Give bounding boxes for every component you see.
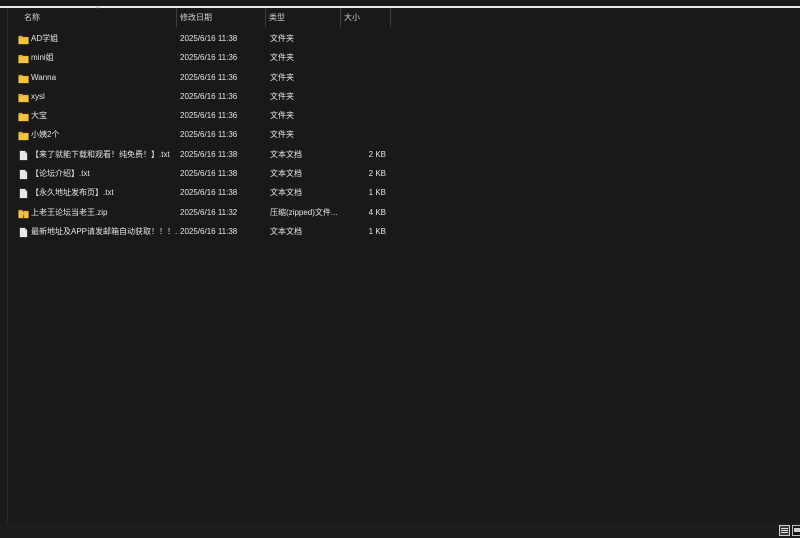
file-size: 4 KB	[368, 207, 386, 217]
file-size: 1 KB	[368, 188, 386, 198]
file-size: 1 KB	[368, 226, 386, 236]
folder-icon	[18, 52, 29, 64]
file-row[interactable]: 大宝 2025/6/16 11:36 文件夹	[8, 106, 800, 125]
sort-ascending-icon: ^	[96, 6, 100, 13]
file-row[interactable]: 小姨2个 2025/6/16 11:36 文件夹	[8, 125, 800, 144]
column-header-type[interactable]: 类型	[265, 8, 340, 27]
status-bar	[0, 522, 800, 538]
tiles-view-icon[interactable]	[792, 525, 800, 536]
file-name: 大宝	[31, 111, 47, 121]
file-name: 小姨2个	[31, 130, 60, 140]
file-row[interactable]: AD学姐 2025/6/16 11:38 文件夹	[8, 29, 800, 48]
file-name: 【永久地址发布页】.txt	[31, 188, 114, 198]
column-header-date[interactable]: 修改日期	[176, 8, 265, 27]
text-file-icon	[18, 187, 29, 199]
file-date: 2025/6/16 11:36	[180, 53, 238, 63]
column-header-size[interactable]: 大小	[340, 8, 390, 27]
text-file-icon	[18, 168, 29, 180]
file-name: 上老王论坛当老王.zip	[31, 207, 108, 217]
file-name: Wanna	[31, 72, 57, 82]
file-row[interactable]: 上老王论坛当老王.zip 2025/6/16 11:32 压缩(zipped)文件.…	[8, 203, 800, 222]
file-size: 2 KB	[368, 149, 386, 159]
file-list-view: 名称 ^ 修改日期 类型 大小 AD学姐 2025/6/16 11:38 文件夹 mi…	[7, 6, 800, 522]
folder-icon	[18, 33, 29, 45]
file-type: 文件夹	[270, 53, 294, 63]
file-name: AD学姐	[31, 34, 59, 43]
file-rows: AD学姐 2025/6/16 11:38 文件夹 mini姐 2025/6/16 11:…	[8, 29, 800, 241]
file-type: 文件夹	[270, 91, 294, 101]
file-date: 2025/6/16 11:38	[180, 226, 238, 236]
file-type: 文件夹	[270, 72, 294, 82]
file-row[interactable]: 最新地址及APP请发邮箱自动获取！！！... 2025/6/16 11:38 文本文…	[8, 222, 800, 241]
folder-icon	[18, 110, 29, 122]
file-type: 文件夹	[270, 130, 294, 140]
file-type: 压缩(zipped)文件...	[270, 207, 338, 217]
file-date: 2025/6/16 11:36	[180, 91, 238, 101]
file-type: 文本文档	[270, 169, 302, 179]
text-file-icon	[18, 226, 29, 238]
folder-icon	[18, 72, 29, 83]
folder-icon	[18, 91, 29, 102]
file-date: 2025/6/16 11:38	[180, 188, 238, 198]
file-date: 2025/6/16 11:38	[180, 34, 238, 43]
column-divider[interactable]	[390, 8, 391, 27]
file-row[interactable]: Wanna 2025/6/16 11:36 文件夹	[8, 68, 800, 87]
file-name: 最新地址及APP请发邮箱自动获取！！！...	[31, 226, 177, 236]
file-type: 文本文档	[270, 149, 302, 159]
folder-icon	[18, 129, 29, 141]
file-name: xysl	[31, 91, 45, 101]
file-date: 2025/6/16 11:36	[180, 72, 238, 82]
file-row[interactable]: 【永久地址发布页】.txt 2025/6/16 11:38 文本文档 1 KB	[8, 183, 800, 202]
file-size: 2 KB	[368, 169, 386, 179]
column-header-bar: 名称 ^ 修改日期 类型 大小	[8, 6, 800, 27]
file-date: 2025/6/16 11:38	[180, 149, 238, 159]
text-file-icon	[18, 149, 29, 160]
file-type: 文本文档	[270, 226, 302, 236]
file-name: 【论坛介绍】.txt	[31, 169, 90, 179]
file-row[interactable]: 【论坛介绍】.txt 2025/6/16 11:38 文本文档 2 KB	[8, 164, 800, 183]
file-date: 2025/6/16 11:36	[180, 130, 238, 140]
details-view-icon[interactable]	[779, 525, 790, 536]
file-date: 2025/6/16 11:32	[180, 207, 238, 217]
file-name: 【来了就能下载和观看！纯免费！】.txt	[31, 149, 170, 159]
file-type: 文件夹	[270, 34, 294, 43]
file-row[interactable]: mini姐 2025/6/16 11:36 文件夹	[8, 48, 800, 67]
zip-folder-icon	[18, 207, 29, 218]
file-row[interactable]: 【来了就能下载和观看！纯免费！】.txt 2025/6/16 11:38 文本文档 2…	[8, 145, 800, 164]
file-row[interactable]: xysl 2025/6/16 11:36 文件夹	[8, 87, 800, 106]
file-date: 2025/6/16 11:36	[180, 111, 238, 121]
file-name: mini姐	[31, 53, 54, 63]
file-date: 2025/6/16 11:38	[180, 169, 238, 179]
file-type: 文本文档	[270, 188, 302, 198]
file-type: 文件夹	[270, 111, 294, 121]
